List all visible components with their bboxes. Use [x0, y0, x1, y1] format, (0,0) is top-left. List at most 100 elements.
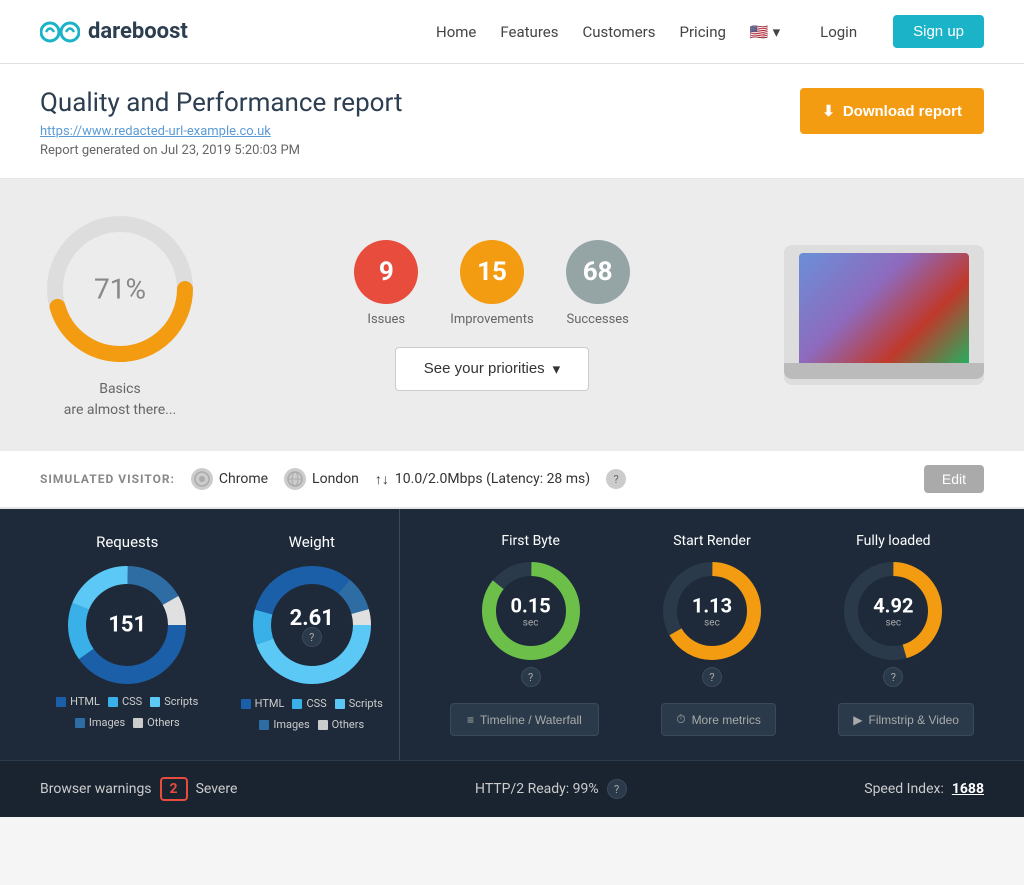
start-render-title: Start Render — [673, 533, 751, 549]
fully-loaded-col: Fully loaded 4.92 sec ? — [803, 533, 984, 687]
nav-features[interactable]: Features — [500, 23, 558, 41]
speed-index-item: Speed Index: 1688 — [864, 781, 984, 797]
priorities-label: See your priorities — [424, 360, 545, 377]
start-render-value: 1.13 — [692, 594, 732, 618]
nav-home[interactable]: Home — [436, 23, 476, 41]
timeline-icon: ≡ — [467, 713, 474, 727]
report-info: Quality and Performance report https://w… — [40, 88, 402, 158]
nav-pricing[interactable]: Pricing — [680, 23, 726, 41]
visitor-browser: Chrome — [191, 468, 268, 490]
first-byte-value: 0.15 — [511, 594, 551, 618]
logo[interactable]: dareboost — [40, 17, 188, 47]
issues-badge: 9 — [354, 240, 418, 304]
clock-icon: ⏱ — [676, 712, 685, 727]
weight-title: Weight — [289, 533, 335, 551]
timeline-waterfall-button[interactable]: ≡ Timeline / Waterfall — [450, 703, 599, 736]
start-render-col: Start Render 1.13 sec ? — [621, 533, 802, 687]
edit-visitor-button[interactable]: Edit — [924, 465, 984, 493]
fully-loaded-title: Fully loaded — [856, 533, 930, 549]
browser-warnings-label: Browser warnings — [40, 781, 152, 797]
report-date: Report generated on Jul 23, 2019 5:20:03… — [40, 143, 402, 158]
improvements-label: Improvements — [450, 312, 533, 327]
location-name: London — [312, 471, 359, 487]
speed-icon: ↑↓ — [375, 471, 389, 488]
http2-item: HTTP/2 Ready: 99% ? — [475, 779, 627, 799]
weight-donut: 2.61 MB — [252, 565, 372, 685]
visitor-help-icon[interactable]: ? — [606, 469, 626, 489]
first-byte-donut: 0.15 sec — [481, 561, 581, 661]
successes-label: Successes — [566, 312, 628, 327]
score-donut: 71% — [40, 209, 200, 369]
start-render-value-label: 1.13 sec — [692, 594, 732, 629]
metrics-section: Requests 151 HTML CSS Scripts Image — [0, 509, 1024, 760]
browser-name: Chrome — [219, 471, 268, 487]
metrics-left: Requests 151 HTML CSS Scripts Image — [0, 509, 400, 760]
more-metrics-button[interactable]: ⏱ More metrics — [661, 703, 776, 736]
score-section: 71% Basics are almost there... 9 Issues … — [0, 179, 1024, 451]
requests-value: 151 — [108, 613, 146, 638]
weight-col: Weight 2.61 MB ? HTML — [225, 533, 400, 736]
report-header: Quality and Performance report https://w… — [0, 64, 1024, 179]
browser-warnings-item: Browser warnings 2 Severe — [40, 777, 237, 801]
start-render-donut: 1.13 sec — [662, 561, 762, 661]
filmstrip-label: Filmstrip & Video — [869, 713, 959, 727]
report-url[interactable]: https://www.redacted-url-example.co.uk — [40, 124, 402, 139]
laptop-preview-container — [784, 245, 984, 385]
severe-count-badge: 2 — [160, 777, 188, 801]
nav-customers[interactable]: Customers — [582, 23, 655, 41]
successes-badge: 68 — [566, 240, 630, 304]
chevron-down-icon: ▾ — [553, 360, 561, 378]
improvements-item: 15 Improvements — [450, 240, 533, 327]
score-circles: 9 Issues 15 Improvements 68 Successes — [354, 240, 629, 327]
logo-text: dareboost — [88, 19, 188, 44]
fully-loaded-help-icon[interactable]: ? — [883, 667, 903, 687]
requests-title: Requests — [96, 533, 158, 551]
report-title: Quality and Performance report — [40, 88, 402, 118]
http2-help-icon[interactable]: ? — [607, 779, 627, 799]
download-label: Download report — [843, 103, 962, 120]
fully-loaded-value-label: 4.92 sec — [873, 594, 913, 629]
requests-value-label: 151 — [108, 613, 146, 638]
requests-legend: HTML CSS Scripts Images Others — [40, 695, 215, 729]
issues-item: 9 Issues — [354, 240, 418, 327]
login-link[interactable]: Login — [820, 23, 857, 41]
severe-label: Severe — [196, 781, 238, 797]
weight-help-icon[interactable]: ? — [302, 627, 322, 647]
laptop-base — [784, 363, 984, 379]
signup-button[interactable]: Sign up — [893, 15, 984, 48]
visitor-label: SIMULATED VISITOR: — [40, 472, 175, 486]
requests-donut: 151 — [67, 565, 187, 685]
see-priorities-button[interactable]: See your priorities ▾ — [395, 347, 589, 391]
language-selector[interactable]: 🇺🇸 ▾ — [750, 23, 780, 41]
laptop-screen — [799, 253, 969, 363]
start-render-unit: sec — [692, 618, 732, 629]
first-byte-help-icon[interactable]: ? — [521, 667, 541, 687]
speed-value: 10.0/2.0Mbps (Latency: 28 ms) — [395, 471, 590, 487]
first-byte-title: First Byte — [501, 533, 560, 549]
chrome-icon — [191, 468, 213, 490]
timeline-label: Timeline / Waterfall — [480, 713, 582, 727]
flag-icon: 🇺🇸 — [750, 23, 769, 41]
first-byte-unit: sec — [511, 618, 551, 629]
issues-label: Issues — [367, 312, 405, 327]
visitor-speed: ↑↓ 10.0/2.0Mbps (Latency: 28 ms) — [375, 471, 590, 488]
speed-index-value[interactable]: 1688 — [952, 781, 984, 797]
fully-loaded-value: 4.92 — [873, 594, 913, 618]
start-render-help-icon[interactable]: ? — [702, 667, 722, 687]
logo-icon — [40, 17, 80, 47]
filmstrip-video-button[interactable]: ▶ Filmstrip & Video — [838, 703, 974, 736]
visitor-location: London — [284, 468, 359, 490]
download-report-button[interactable]: ⬇ Download report — [800, 88, 984, 134]
more-metrics-label: More metrics — [692, 713, 761, 727]
bottom-bar: Browser warnings 2 Severe HTTP/2 Ready: … — [0, 760, 1024, 817]
navbar: dareboost Home Features Customers Pricin… — [0, 0, 1024, 64]
score-description: Basics are almost there... — [64, 379, 177, 421]
metrics-right: First Byte 0.15 sec ? Start Ren — [400, 509, 1024, 760]
download-icon: ⬇ — [822, 102, 835, 120]
nav-links: Home Features Customers Pricing 🇺🇸 ▾ Log… — [436, 15, 984, 48]
score-desc-line2: are almost there... — [64, 400, 177, 421]
laptop-preview — [784, 245, 984, 385]
score-middle: 9 Issues 15 Improvements 68 Successes Se… — [354, 240, 629, 391]
improvements-badge: 15 — [460, 240, 524, 304]
film-icon: ▶ — [853, 713, 862, 727]
